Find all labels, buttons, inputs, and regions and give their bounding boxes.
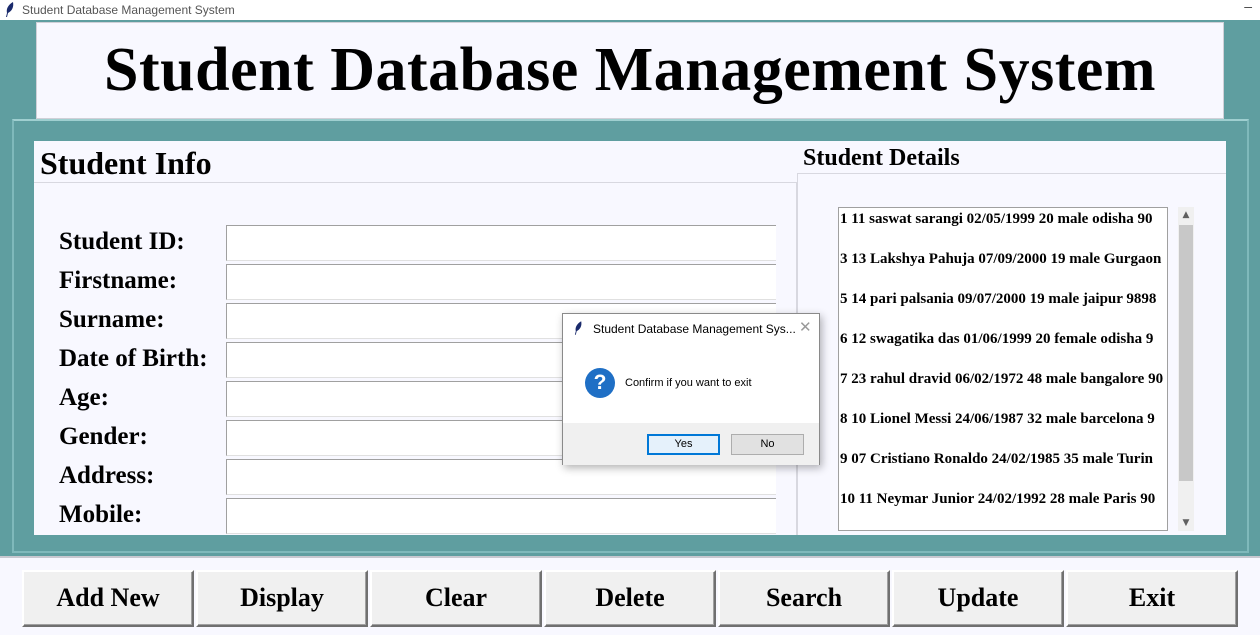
minimize-button[interactable]: –: [1244, 0, 1252, 14]
exit-button[interactable]: Exit: [1066, 570, 1238, 627]
student-records-list[interactable]: 1 11 saswat sarangi 02/05/1999 20 male o…: [838, 207, 1168, 531]
divider: [34, 182, 798, 183]
clear-button[interactable]: Clear: [370, 570, 542, 627]
firstname-label: Firstname:: [59, 267, 178, 294]
scrollbar-thumb[interactable]: [1179, 225, 1193, 481]
list-item[interactable]: 9 07 Cristiano Ronaldo 24/02/1985 35 mal…: [840, 451, 1153, 468]
list-item[interactable]: 5 14 pari palsania 09/07/2000 19 male ja…: [840, 291, 1156, 308]
date-of-birth-label: Date of Birth:: [59, 345, 208, 372]
mobile-field[interactable]: [226, 498, 776, 534]
update-button[interactable]: Update: [892, 570, 1064, 627]
search-button[interactable]: Search: [718, 570, 890, 627]
list-item[interactable]: 6 12 swagatika das 01/06/1999 20 female …: [840, 331, 1153, 348]
age-label: Age:: [59, 384, 109, 411]
surname-label: Surname:: [59, 306, 165, 333]
feather-icon: [6, 2, 14, 17]
student-details-heading: Student Details: [803, 145, 960, 172]
list-item[interactable]: 7 23 rahul dravid 06/02/1972 48 male ban…: [840, 371, 1163, 388]
page-title: Student Database Management System: [103, 36, 1157, 104]
feather-icon: [574, 321, 582, 335]
dialog-title: Student Database Management Sys...: [593, 322, 796, 336]
mobile-label: Mobile:: [59, 501, 143, 528]
gender-label: Gender:: [59, 423, 148, 450]
vertical-scrollbar[interactable]: ▲ ▼: [1178, 207, 1194, 531]
student-details-panel: Student Details 1 11 saswat sarangi 02/0…: [797, 141, 1226, 535]
scroll-up-icon[interactable]: ▲: [1178, 207, 1194, 223]
firstname-field[interactable]: [226, 264, 776, 300]
no-button[interactable]: No: [731, 434, 804, 455]
student-id-field[interactable]: [226, 225, 776, 261]
confirm-exit-dialog: Student Database Management Sys... ✕ ? C…: [562, 313, 820, 465]
student-id-label: Student ID:: [59, 228, 185, 255]
dialog-message: Confirm if you want to exit: [625, 377, 752, 389]
close-icon[interactable]: ✕: [799, 318, 812, 336]
delete-button[interactable]: Delete: [544, 570, 716, 627]
window-title: Student Database Management System: [22, 3, 235, 17]
display-button[interactable]: Display: [196, 570, 368, 627]
yes-button[interactable]: Yes: [647, 434, 720, 455]
question-icon: ?: [585, 368, 615, 398]
address-label: Address:: [59, 462, 155, 489]
list-item[interactable]: 3 13 Lakshya Pahuja 07/09/2000 19 male G…: [840, 251, 1161, 268]
list-item[interactable]: 10 11 Neymar Junior 24/02/1992 28 male P…: [840, 491, 1155, 508]
list-item[interactable]: 8 10 Lionel Messi 24/06/1987 32 male bar…: [840, 411, 1155, 428]
student-info-heading: Student Info: [40, 145, 212, 182]
window-titlebar: Student Database Management System –: [0, 0, 1260, 20]
add-new-button[interactable]: Add New: [22, 570, 194, 627]
app-header: Student Database Management System: [36, 22, 1224, 119]
list-item[interactable]: 1 11 saswat sarangi 02/05/1999 20 male o…: [840, 211, 1153, 228]
scroll-down-icon[interactable]: ▼: [1178, 515, 1194, 531]
divider: [797, 173, 1226, 174]
